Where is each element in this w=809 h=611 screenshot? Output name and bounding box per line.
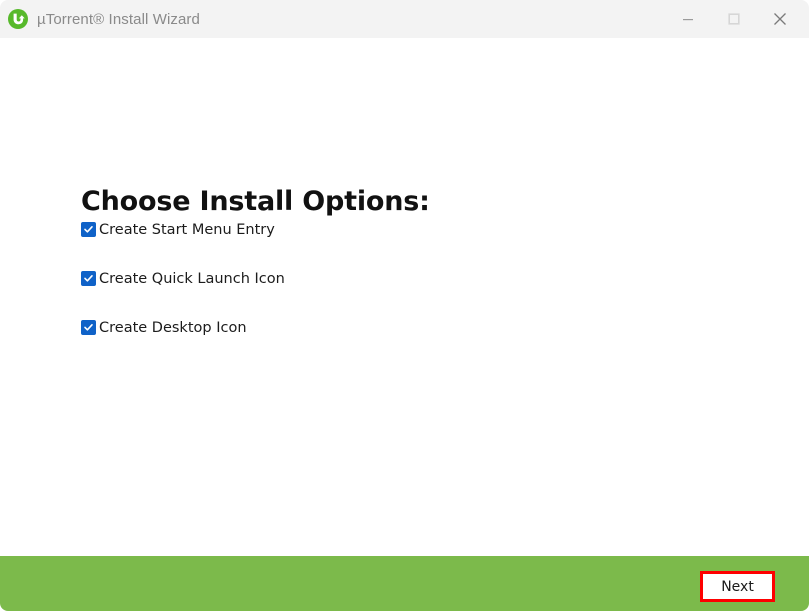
option-start-menu-entry[interactable]: Create Start Menu Entry (81, 221, 285, 238)
checkmark-icon (84, 275, 93, 282)
next-button[interactable]: Next (700, 571, 775, 602)
checkmark-icon (84, 324, 93, 331)
window-controls (665, 0, 809, 38)
window-title: µTorrent® Install Wizard (37, 10, 200, 28)
option-label: Create Desktop Icon (99, 319, 247, 336)
option-label: Create Quick Launch Icon (99, 270, 285, 287)
option-quick-launch-icon[interactable]: Create Quick Launch Icon (81, 270, 285, 287)
close-icon (774, 13, 786, 25)
wizard-footer (0, 556, 809, 611)
minimize-icon (683, 19, 693, 21)
checkbox-start-menu-entry[interactable] (81, 222, 96, 237)
next-button-label: Next (721, 578, 754, 595)
utorrent-logo-icon (8, 9, 28, 29)
maximize-icon (728, 13, 740, 25)
close-button[interactable] (757, 0, 803, 38)
maximize-button[interactable] (711, 0, 757, 38)
option-label: Create Start Menu Entry (99, 221, 275, 238)
wizard-content: Choose Install Options: Create Start Men… (0, 38, 809, 556)
install-options-group: Create Start Menu Entry Create Quick Lau… (81, 221, 285, 368)
checkbox-desktop-icon[interactable] (81, 320, 96, 335)
checkbox-quick-launch-icon[interactable] (81, 271, 96, 286)
checkmark-icon (84, 226, 93, 233)
minimize-button[interactable] (665, 0, 711, 38)
page-title: Choose Install Options: (81, 186, 430, 217)
option-desktop-icon[interactable]: Create Desktop Icon (81, 319, 285, 336)
title-bar: µTorrent® Install Wizard (0, 0, 809, 38)
install-wizard-window: µTorrent® Install Wizard Choose Install … (0, 0, 809, 611)
